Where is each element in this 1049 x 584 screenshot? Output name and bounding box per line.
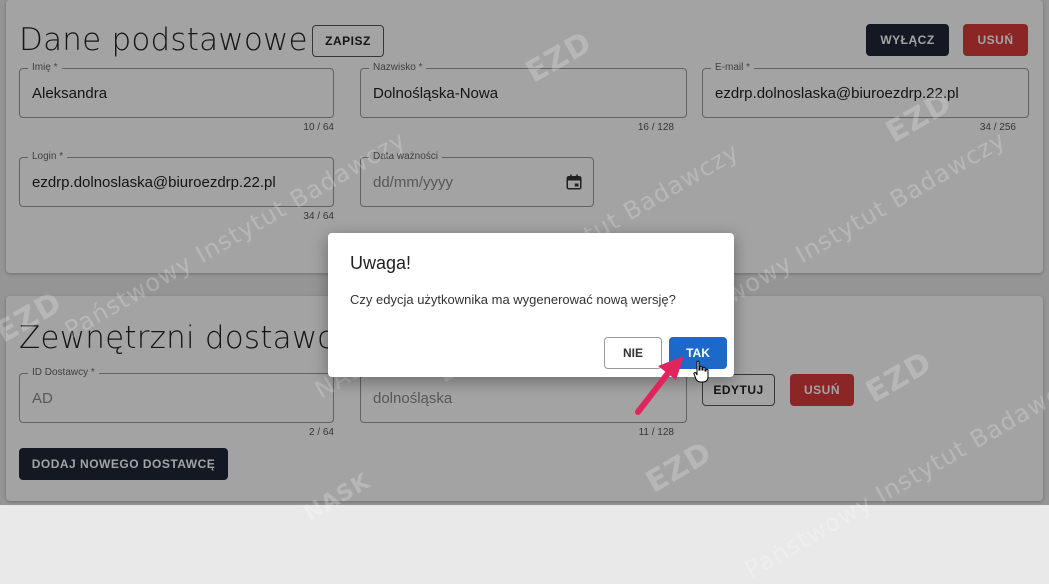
user-edit-page: Dane podstawowe ZAPISZ WYŁĄCZ USUŃ Imię …: [0, 0, 1049, 584]
dialog-message: Czy edycja użytkownika ma wygenerować no…: [350, 292, 676, 307]
yes-button[interactable]: TAK: [669, 337, 727, 369]
dialog-title: Uwaga!: [350, 253, 412, 273]
no-button[interactable]: NIE: [604, 337, 662, 369]
confirm-dialog: Uwaga! Czy edycja użytkownika ma wygener…: [328, 233, 734, 377]
